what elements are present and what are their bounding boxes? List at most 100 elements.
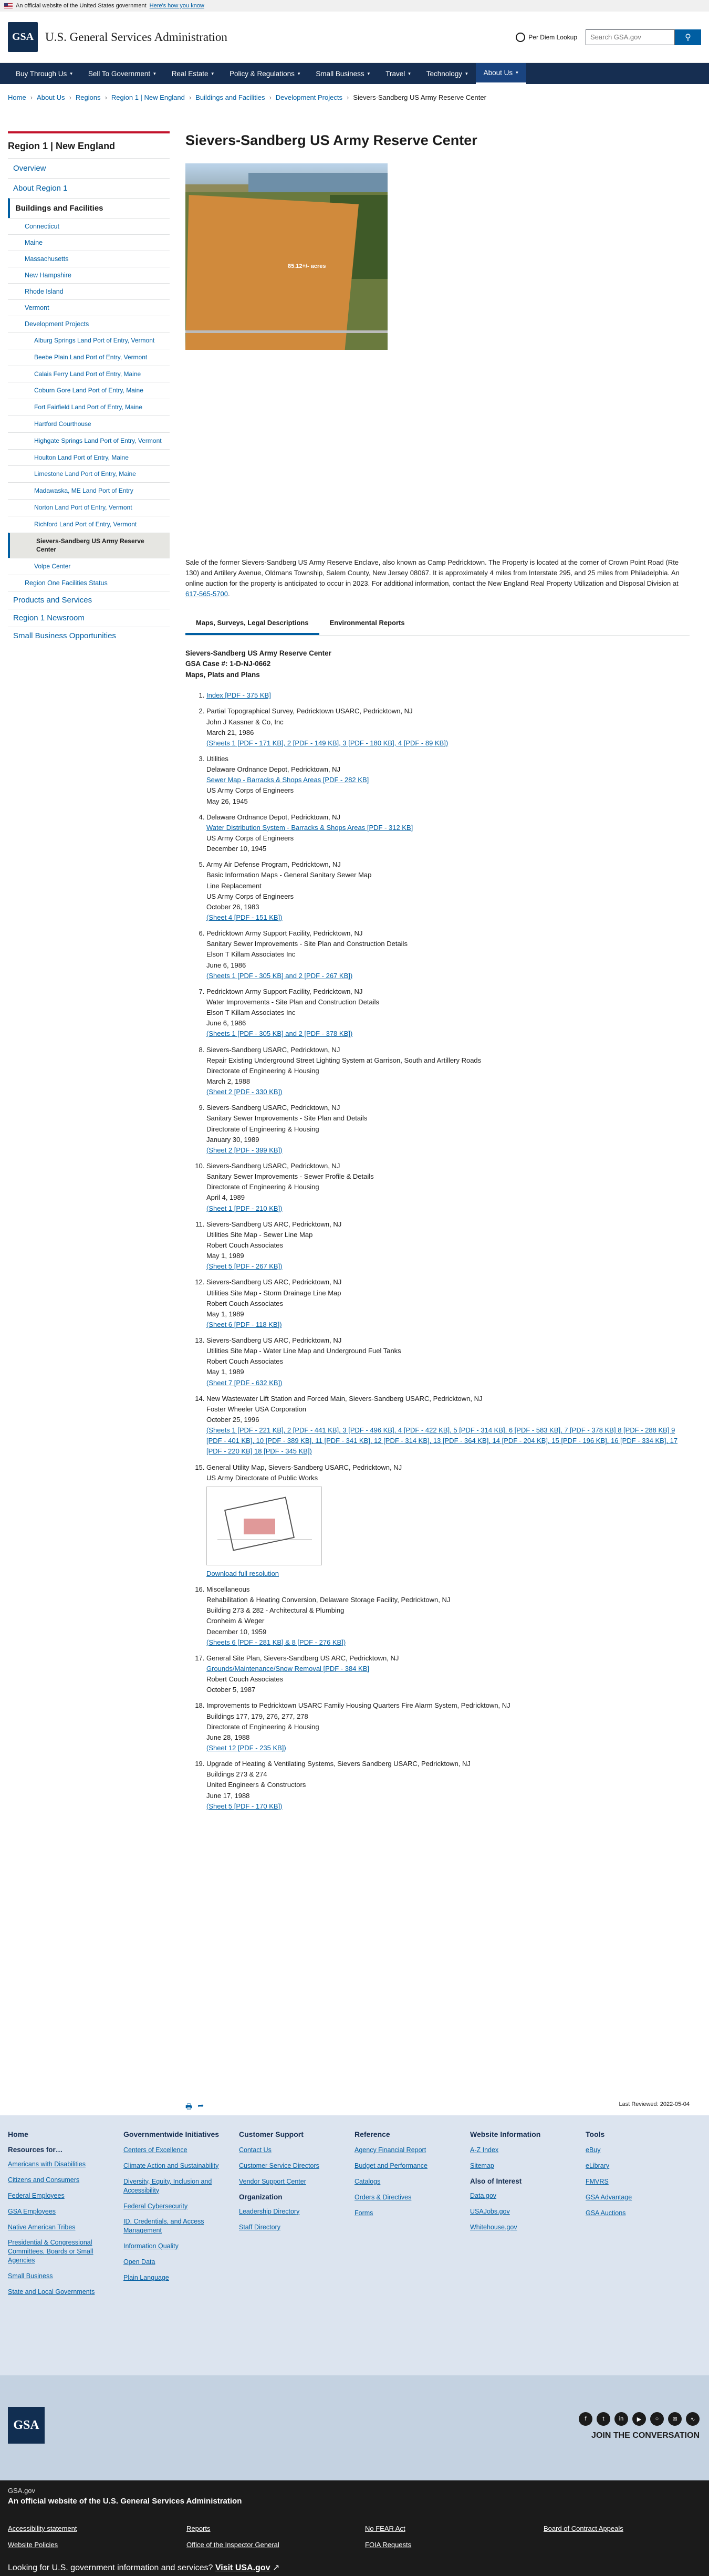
footer-link[interactable]: Information Quality bbox=[123, 2242, 239, 2251]
pdf-link[interactable]: Grounds/Maintenance/Snow Removal [PDF - … bbox=[206, 1664, 690, 1674]
pdf-link[interactable]: (Sheet 5 [PDF - 170 KB]) bbox=[206, 1801, 690, 1812]
pdf-link[interactable]: (Sheet 5 [PDF - 267 KB]) bbox=[206, 1261, 690, 1272]
sidebar-item-section[interactable]: Products and Services bbox=[8, 590, 170, 609]
sidebar-item-state[interactable]: Massachusetts bbox=[8, 251, 170, 267]
sidebar-item-buildings[interactable]: Buildings and Facilities bbox=[8, 198, 170, 218]
footer-link[interactable]: Sitemap bbox=[470, 2162, 586, 2170]
nav-item-7[interactable]: About Us ▾ bbox=[475, 63, 526, 84]
footer-link[interactable]: A-Z Index bbox=[470, 2146, 586, 2155]
footer-column-title[interactable]: Website Information bbox=[470, 2130, 586, 2138]
footer-link[interactable]: Catalogs bbox=[354, 2177, 470, 2186]
pdf-link[interactable]: (Sheets 1 [PDF - 221 KB], 2 [PDF - 441 K… bbox=[206, 1425, 690, 1457]
pdf-link[interactable]: (Sheets 1 [PDF - 305 KB] and 2 [PDF - 37… bbox=[206, 1029, 690, 1039]
print-icon[interactable]: 🖶 bbox=[185, 2101, 192, 2114]
footer-link[interactable]: USAJobs.gov bbox=[470, 2207, 586, 2216]
sidebar-item-project[interactable]: Richford Land Port of Entry, Vermont bbox=[8, 515, 170, 533]
footer-gsa-logo[interactable]: GSA bbox=[8, 2407, 45, 2444]
footer-link[interactable]: Contact Us bbox=[239, 2146, 354, 2155]
footer-legal-link[interactable]: Office of the Inspector General bbox=[186, 2541, 365, 2549]
pdf-link[interactable]: (Sheets 6 [PDF - 281 KB] & 8 [PDF - 276 … bbox=[206, 1637, 690, 1648]
footer-link[interactable]: Budget and Performance bbox=[354, 2162, 470, 2170]
sidebar-item-state[interactable]: New Hampshire bbox=[8, 267, 170, 283]
footer-link[interactable]: Plain Language bbox=[123, 2273, 239, 2282]
pdf-link[interactable]: (Sheet 6 [PDF - 118 KB]) bbox=[206, 1320, 690, 1330]
pdf-link[interactable]: Sewer Map - Barracks & Shops Areas [PDF … bbox=[206, 775, 690, 785]
footer-link[interactable]: Citizens and Consumers bbox=[8, 2176, 123, 2185]
breadcrumb-item[interactable]: Regions bbox=[76, 94, 101, 101]
instagram-icon[interactable]: ○ bbox=[650, 2412, 664, 2426]
sidebar-item-state[interactable]: Connecticut bbox=[8, 218, 170, 234]
sidebar-item-overview[interactable]: Overview bbox=[8, 158, 170, 178]
search-button[interactable]: ⚲ bbox=[675, 29, 701, 45]
sidebar-item-section[interactable]: Small Business Opportunities bbox=[8, 626, 170, 645]
sidebar-item-project[interactable]: Calais Ferry Land Port of Entry, Maine bbox=[8, 365, 170, 382]
footer-link[interactable]: Americans with Disabilities bbox=[8, 2160, 123, 2169]
footer-column-title[interactable]: Home bbox=[8, 2130, 123, 2138]
youtube-icon[interactable]: ▶ bbox=[632, 2412, 646, 2426]
pdf-link[interactable]: (Sheet 7 [PDF - 632 KB]) bbox=[206, 1378, 690, 1388]
breadcrumb-item[interactable]: Development Projects bbox=[276, 94, 342, 101]
pdf-link[interactable]: (Sheet 12 [PDF - 235 KB]) bbox=[206, 1743, 690, 1753]
footer-link[interactable]: Climate Action and Sustainability bbox=[123, 2162, 239, 2170]
footer-link[interactable]: Federal Cybersecurity bbox=[123, 2202, 239, 2211]
footer-link[interactable]: Native American Tribes bbox=[8, 2223, 123, 2232]
nav-item-4[interactable]: Small Business ▾ bbox=[308, 63, 378, 84]
sidebar-item-project[interactable]: Hartford Courthouse bbox=[8, 415, 170, 432]
twitter-icon[interactable]: t bbox=[597, 2412, 610, 2426]
sidebar-item-project[interactable]: Sievers-Sandberg US Army Reserve Center bbox=[8, 532, 170, 558]
utility-map-thumbnail[interactable] bbox=[206, 1486, 322, 1565]
footer-column-title[interactable]: Customer Support bbox=[239, 2130, 354, 2138]
footer-column-title[interactable]: Tools bbox=[586, 2130, 701, 2138]
footer-link[interactable]: Whitehouse.gov bbox=[470, 2223, 586, 2232]
nav-item-0[interactable]: Buy Through Us ▾ bbox=[8, 63, 80, 84]
sidebar-item-project[interactable]: Houlton Land Port of Entry, Maine bbox=[8, 449, 170, 466]
sidebar-item-project[interactable]: Highgate Springs Land Port of Entry, Ver… bbox=[8, 432, 170, 449]
footer-link[interactable]: Leadership Directory bbox=[239, 2207, 354, 2216]
pdf-link[interactable]: (Sheets 1 [PDF - 305 KB] and 2 [PDF - 26… bbox=[206, 971, 690, 981]
footer-column-title[interactable]: Reference bbox=[354, 2130, 470, 2138]
nav-item-5[interactable]: Travel ▾ bbox=[378, 63, 419, 84]
pdf-link[interactable]: Index [PDF - 375 KB] bbox=[206, 690, 690, 701]
sidebar-item-project[interactable]: Fort Fairfield Land Port of Entry, Maine bbox=[8, 399, 170, 416]
pdf-link[interactable]: (Sheet 4 [PDF - 151 KB]) bbox=[206, 912, 690, 923]
footer-legal-link[interactable]: No FEAR Act bbox=[365, 2525, 544, 2532]
footer-link[interactable]: Centers of Excellence bbox=[123, 2146, 239, 2155]
nav-item-2[interactable]: Real Estate ▾ bbox=[164, 63, 222, 84]
footer-link[interactable]: State and Local Governments bbox=[8, 2288, 123, 2297]
per-diem-lookup[interactable]: Per Diem Lookup bbox=[516, 32, 577, 42]
footer-legal-link[interactable]: Board of Contract Appeals bbox=[544, 2525, 701, 2532]
footer-link[interactable]: FMVRS bbox=[586, 2177, 701, 2186]
footer-legal-link[interactable]: Reports bbox=[186, 2525, 365, 2532]
footer-link[interactable]: Vendor Support Center bbox=[239, 2177, 354, 2186]
gsa-logo[interactable]: GSA bbox=[8, 22, 38, 52]
sidebar-item-project[interactable]: Norton Land Port of Entry, Vermont bbox=[8, 498, 170, 516]
nav-item-3[interactable]: Policy & Regulations ▾ bbox=[222, 63, 308, 84]
footer-link[interactable]: Agency Financial Report bbox=[354, 2146, 470, 2155]
download-link[interactable]: Download full resolution bbox=[206, 1569, 690, 1579]
footer-legal-link[interactable]: Accessibility statement bbox=[8, 2525, 186, 2532]
footer-link[interactable]: eBuy bbox=[586, 2146, 701, 2155]
breadcrumb-item[interactable]: Home bbox=[8, 94, 26, 101]
pdf-link[interactable]: (Sheet 2 [PDF - 330 KB]) bbox=[206, 1087, 690, 1097]
sidebar-item-project[interactable]: Coburn Gore Land Port of Entry, Maine bbox=[8, 382, 170, 399]
footer-link[interactable]: Orders & Directives bbox=[354, 2193, 470, 2202]
sidebar-item-project[interactable]: Limestone Land Port of Entry, Maine bbox=[8, 465, 170, 482]
pdf-link[interactable]: (Sheet 1 [PDF - 210 KB]) bbox=[206, 1203, 690, 1214]
footer-link[interactable]: Customer Service Directors bbox=[239, 2162, 354, 2170]
search-input[interactable] bbox=[586, 29, 675, 45]
breadcrumb-item[interactable]: About Us bbox=[37, 94, 65, 101]
sidebar-item-about[interactable]: About Region 1 bbox=[8, 178, 170, 198]
pdf-link[interactable]: Water Distribution System - Barracks & S… bbox=[206, 823, 690, 833]
footer-link[interactable]: Data.gov bbox=[470, 2191, 586, 2200]
footer-link[interactable]: Federal Employees bbox=[8, 2191, 123, 2200]
usa-gov-link[interactable]: Visit USA.gov bbox=[215, 2563, 270, 2572]
breadcrumb-item[interactable]: Buildings and Facilities bbox=[195, 94, 265, 101]
footer-link[interactable]: GSA Auctions bbox=[586, 2209, 701, 2218]
footer-link[interactable]: Diversity, Equity, Inclusion and Accessi… bbox=[123, 2177, 239, 2195]
footer-link[interactable]: Small Business bbox=[8, 2272, 123, 2281]
sidebar-item-project[interactable]: Volpe Center bbox=[8, 558, 170, 575]
footer-link[interactable]: eLibrary bbox=[586, 2162, 701, 2170]
agency-name[interactable]: U.S. General Services Administration bbox=[45, 30, 227, 44]
rss-icon[interactable]: ∿ bbox=[686, 2412, 700, 2426]
pdf-link[interactable]: (Sheet 2 [PDF - 399 KB]) bbox=[206, 1145, 690, 1156]
